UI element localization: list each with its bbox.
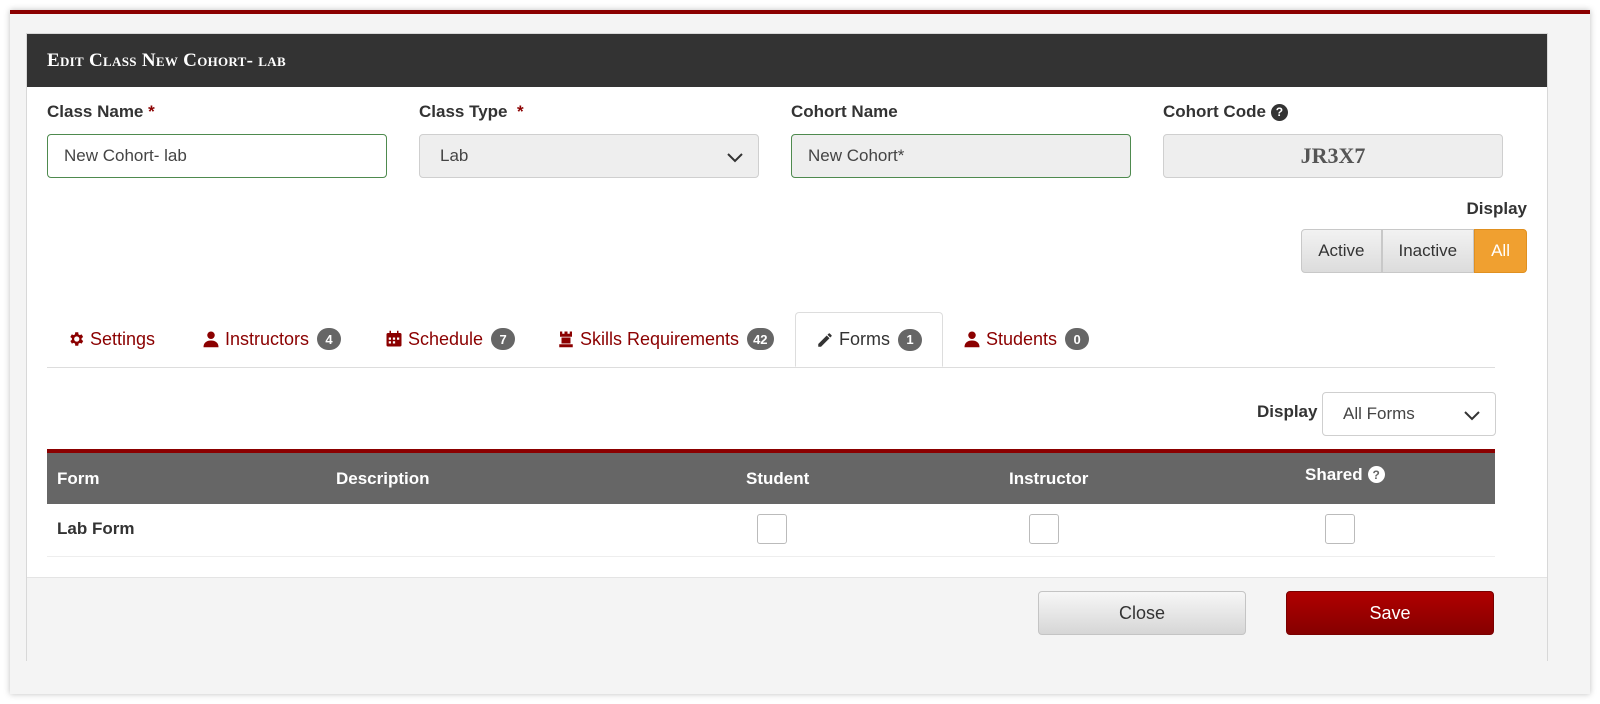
tab-settings[interactable]: Settings <box>47 312 175 366</box>
tab-settings-label: Settings <box>90 328 156 349</box>
modal-footer: Close Save <box>27 577 1547 661</box>
col-description: Description <box>336 468 430 488</box>
chevron-down-icon <box>727 153 743 163</box>
class-name-input[interactable]: New Cohort- lab <box>47 134 387 178</box>
class-type-select[interactable]: Lab <box>419 134 759 178</box>
user-icon <box>203 331 219 348</box>
display-label: Display <box>1466 199 1527 218</box>
cohort-code-value: JR3X7 <box>1163 134 1503 178</box>
tab-schedule-label: Schedule <box>408 328 484 349</box>
cohort-code-label: Cohort Code? <box>1163 102 1503 124</box>
tab-skills-requirements[interactable]: Skills Requirements 42 <box>537 312 794 366</box>
class-type-label: Class Type * <box>419 102 524 121</box>
gear-icon <box>70 332 84 346</box>
help-icon[interactable]: ? <box>1367 466 1385 483</box>
form-name-cell: Lab Form <box>57 519 135 538</box>
forms-count-badge: 1 <box>898 328 922 351</box>
tab-forms-label: Forms <box>839 329 890 349</box>
class-type-field: Class Type * Lab <box>419 102 759 178</box>
col-form: Form <box>57 468 100 488</box>
tab-forms[interactable]: Forms 1 <box>795 312 943 367</box>
col-instructor: Instructor <box>1009 468 1089 488</box>
pencil-icon <box>818 332 832 347</box>
students-count-badge: 0 <box>1065 328 1090 350</box>
class-name-field: Class Name * New Cohort- lab <box>47 102 387 178</box>
forms-display-select[interactable]: All Forms <box>1322 392 1496 436</box>
col-student: Student <box>746 468 810 488</box>
tab-skills-label: Skills Requirements <box>580 328 740 349</box>
rook-icon <box>559 331 573 348</box>
student-checkbox[interactable] <box>757 514 787 544</box>
tab-instructors-label: Instructors <box>225 328 310 349</box>
tab-instructors[interactable]: Instructors 4 <box>182 312 361 366</box>
close-button[interactable]: Close <box>1038 591 1246 635</box>
display-all-button[interactable]: All <box>1474 229 1527 273</box>
cohort-name-field: Cohort Name New Cohort* <box>791 102 1131 178</box>
help-icon[interactable]: ? <box>1270 103 1288 121</box>
chevron-down-icon <box>1464 411 1480 421</box>
forms-table: Form Description Student Instructor Shar… <box>47 449 1495 557</box>
display-toggle: Active Inactive All <box>1301 229 1527 273</box>
tab-schedule[interactable]: Schedule 7 <box>365 312 535 366</box>
user-icon <box>964 331 980 348</box>
save-button[interactable]: Save <box>1286 591 1494 635</box>
edit-class-modal: Edit Class New Cohort- lab Class Name * … <box>26 33 1548 661</box>
calendar-icon <box>386 330 402 347</box>
schedule-count-badge: 7 <box>491 328 516 350</box>
display-inactive-button[interactable]: Inactive <box>1381 229 1475 273</box>
class-tabs: Settings Instructors 4 Schedule 7 Skills… <box>47 312 1495 368</box>
skills-count-badge: 42 <box>747 328 774 350</box>
table-row: Lab Form <box>47 504 1495 557</box>
class-name-label: Class Name * <box>47 102 155 121</box>
cohort-code-field: Cohort Code? JR3X7 <box>1163 102 1503 178</box>
tab-students-label: Students <box>986 328 1058 349</box>
tab-students[interactable]: Students 0 <box>943 312 1109 366</box>
shared-checkbox[interactable] <box>1325 514 1355 544</box>
cohort-name-label: Cohort Name <box>791 102 898 121</box>
forms-display-label: Display <box>1257 402 1318 421</box>
modal-title: Edit Class New Cohort- lab <box>27 34 1547 87</box>
instructor-checkbox[interactable] <box>1029 514 1059 544</box>
cohort-name-input[interactable]: New Cohort* <box>791 134 1131 178</box>
table-header: Form Description Student Instructor Shar… <box>47 449 1495 504</box>
display-active-button[interactable]: Active <box>1301 229 1382 273</box>
instructors-count-badge: 4 <box>317 328 342 350</box>
col-shared: Shared ? <box>1305 449 1385 500</box>
